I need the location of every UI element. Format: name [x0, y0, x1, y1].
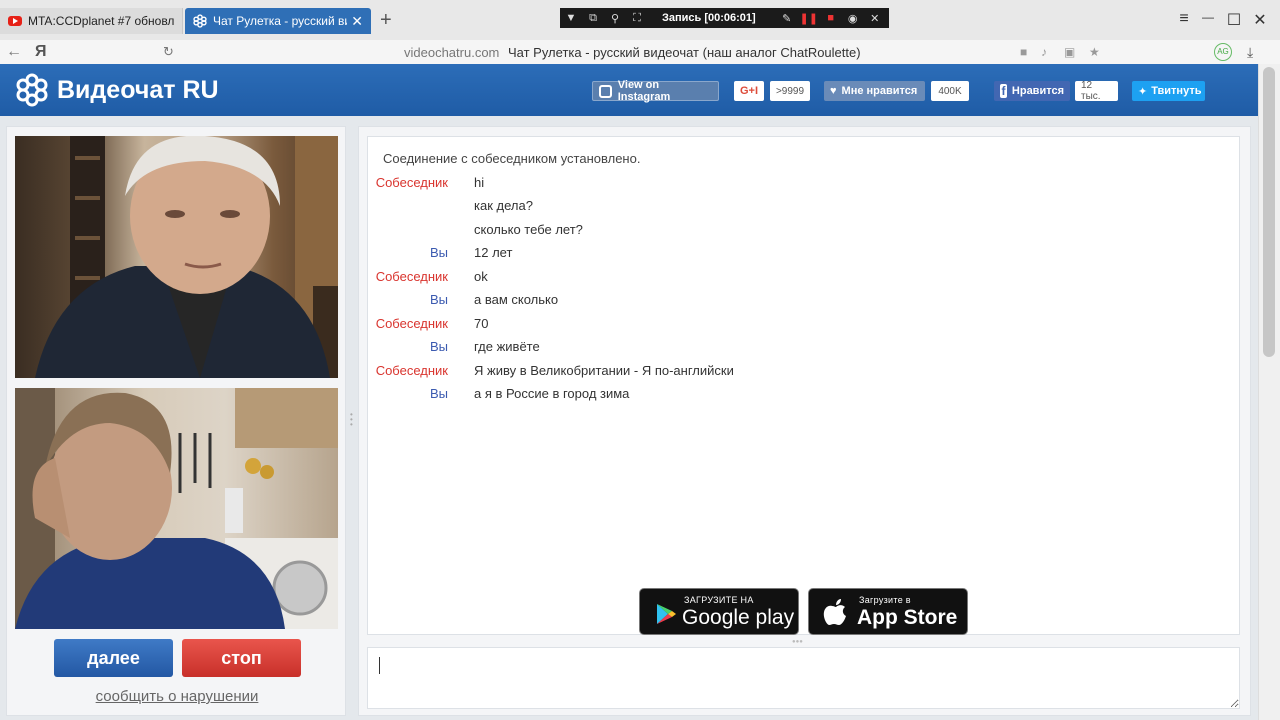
new-tab-button[interactable]: + — [380, 10, 392, 30]
yandex-icon[interactable]: Я — [35, 43, 47, 61]
chat-resize-grip[interactable]: ●●● — [792, 639, 803, 645]
your-video — [15, 388, 338, 629]
instagram-button[interactable]: View on Instagram — [592, 79, 719, 103]
video-panel: далее стоп сообщить о нарушении — [6, 126, 346, 716]
app-store-badge[interactable]: Загрузите в App Store — [808, 588, 968, 635]
google-play-icon — [657, 604, 676, 624]
videochat-flower-icon — [193, 14, 207, 28]
message-sender: Собеседник — [375, 269, 448, 284]
apple-icon — [823, 599, 846, 625]
message-text: как дела? — [474, 198, 533, 213]
dropdown-icon[interactable]: ▼ — [560, 12, 582, 24]
like-count: 400K — [931, 81, 969, 101]
tweet-label: Твитнуть — [1151, 85, 1202, 97]
site-logo[interactable]: Видеочат RU — [57, 76, 219, 105]
profile-avatar[interactable]: AG — [1214, 43, 1232, 61]
heart-icon: ♥ — [830, 85, 837, 97]
message-text: hi — [474, 175, 485, 190]
close-icon[interactable]: ✕ — [864, 12, 886, 25]
message-text: ok — [474, 269, 488, 284]
facebook-label: Нравится — [1011, 85, 1064, 97]
gplus-button[interactable]: G+I — [734, 81, 764, 101]
download-icon[interactable]: ⤓ — [1247, 44, 1253, 61]
reload-icon[interactable]: ↻ — [163, 44, 174, 60]
tweet-button[interactable]: ✦ Твитнуть — [1132, 81, 1205, 101]
app-store-label: App Store — [857, 606, 958, 629]
message-sender: Вы — [429, 339, 448, 354]
message-sender: Вы — [429, 386, 448, 401]
videochat-logo-icon[interactable] — [15, 73, 49, 107]
back-arrow-icon[interactable]: ← — [6, 43, 22, 61]
message-sender: Вы — [429, 292, 448, 307]
instagram-label: View on Instagram — [617, 79, 671, 103]
facebook-icon: f — [1000, 84, 1007, 98]
pen-icon[interactable]: ✎ — [776, 12, 798, 25]
stop-record-icon[interactable]: ■ — [820, 12, 842, 24]
message-text: сколько тебе лет? — [474, 222, 583, 237]
google-play-caption: ЗАГРУЗИТЕ НА — [684, 595, 754, 605]
message-text: где живёте — [474, 339, 540, 354]
address-bar[interactable]: ← Я ↻ videochatru.com Чат Рулетка - русс… — [0, 40, 1280, 64]
scrollbar-thumb[interactable] — [1263, 67, 1275, 357]
app-store-caption: Загрузите в — [859, 595, 911, 605]
message-sender: Собеседник — [375, 175, 448, 190]
like-label: Мне нравится — [841, 85, 918, 97]
zoom-icon[interactable]: ⚲ — [604, 12, 626, 25]
message-text: 12 лет — [474, 245, 513, 260]
star-icon[interactable]: ★ — [1089, 45, 1100, 59]
text-cursor — [379, 657, 380, 674]
microphone-icon[interactable]: ♪ — [1041, 45, 1047, 59]
message-text: а вам сколько — [474, 292, 559, 307]
close-window-button[interactable]: ✕ — [1248, 10, 1272, 30]
facebook-count: 12 тыс. — [1075, 80, 1118, 102]
minimize-button[interactable]: — — [1196, 10, 1220, 24]
gplus-count: >9999 — [770, 81, 810, 101]
message-sender: Собеседник — [375, 363, 448, 378]
next-button[interactable]: далее — [54, 639, 173, 677]
tab-videochat[interactable]: Чат Рулетка - русский ви ✕ — [185, 8, 371, 34]
stranger-video — [15, 136, 338, 378]
main-content: далее стоп сообщить о нарушении • • • Соед… — [0, 116, 1258, 720]
url-domain[interactable]: videochatru.com — [404, 45, 499, 60]
message-text: а я в Россие в город зима — [474, 386, 630, 401]
report-link[interactable]: сообщить о нарушении — [7, 688, 347, 705]
tab-youtube[interactable]: MTA:CCDplanet #7 обновле — [0, 8, 183, 34]
tab-label: Чат Рулетка - русский ви — [213, 14, 348, 28]
system-message: Соединение с собеседником установлено. — [383, 151, 641, 166]
close-icon[interactable]: ✕ — [351, 13, 363, 30]
browser-tabstrip: MTA:CCDplanet #7 обновле Чат Рулетка - р… — [0, 0, 1280, 40]
maximize-button[interactable]: ☐ — [1222, 10, 1246, 30]
recording-timer: Запись [00:06:01] — [662, 12, 756, 24]
pause-icon[interactable]: ❚❚ — [798, 12, 820, 25]
youtube-icon — [8, 16, 22, 26]
message-text: 70 — [474, 316, 489, 331]
recording-toolbar: ▼ ⧉ ⚲ ⛶ Запись [00:06:01] ✎ ❚❚ ■ ◉ ✕ — [560, 8, 889, 28]
camera-icon[interactable]: ◉ — [842, 12, 864, 25]
google-play-label: Google play — [682, 606, 795, 629]
panel-resize-handle[interactable]: • • • — [350, 411, 354, 429]
instagram-icon — [599, 84, 612, 98]
chat-input[interactable] — [367, 647, 1240, 709]
page-scrollbar[interactable] — [1258, 64, 1280, 720]
site-header: Видеочат RU View on Instagram G+I >9999 … — [0, 64, 1258, 116]
google-play-badge[interactable]: ЗАГРУЗИТЕ НА Google play — [639, 588, 799, 635]
window-icon[interactable]: ⧉ — [582, 12, 604, 25]
camera-permission-icon[interactable]: ■ — [1020, 45, 1027, 59]
lock-icon[interactable]: ▣ — [1064, 45, 1075, 59]
message-sender: Собеседник — [375, 316, 448, 331]
chat-log: Соединение с собеседником установлено. С… — [367, 136, 1240, 635]
tab-label: MTA:CCDplanet #7 обновле — [28, 14, 174, 28]
crop-icon[interactable]: ⛶ — [626, 12, 648, 25]
menu-icon[interactable]: ≡ — [1172, 10, 1196, 28]
url-page-title[interactable]: Чат Рулетка - русский видеочат (наш анал… — [508, 45, 861, 60]
message-sender: Вы — [429, 245, 448, 260]
chat-panel: Соединение с собеседником установлено. С… — [358, 126, 1251, 716]
like-button[interactable]: ♥ Мне нравится — [824, 81, 925, 101]
twitter-icon: ✦ — [1138, 85, 1148, 98]
stop-button[interactable]: стоп — [182, 639, 301, 677]
facebook-like-button[interactable]: f Нравится — [994, 81, 1070, 101]
message-text: Я живу в Великобритании - Я по-английски — [474, 363, 734, 378]
